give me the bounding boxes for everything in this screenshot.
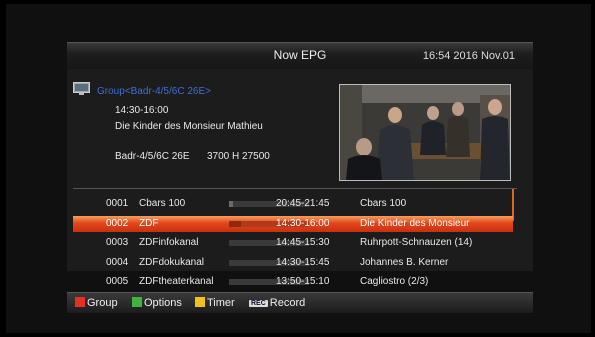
channel-row[interactable]: 0002 ZDF 14:30-16:00 Die Kinder des Monsieu…: [73, 215, 513, 232]
channel-number: 0003: [106, 237, 129, 248]
epg-body: Group<Badr-4/5/6C 26E> 14:30-16:00 Die K…: [67, 69, 533, 287]
tv-monitor-icon: [73, 82, 90, 95]
red-key-button[interactable]: Group: [75, 297, 118, 309]
color-key-bar: Group Options Timer REC Record: [67, 292, 533, 313]
event-title: Die Kinder des Monsieur Mathieu: [115, 121, 263, 132]
green-key-label: Options: [144, 297, 182, 309]
event-time-range: 20:45-21:45: [276, 198, 330, 209]
channel-number: 0005: [106, 276, 129, 287]
yellow-key-button[interactable]: Timer: [195, 297, 235, 309]
channel-row[interactable]: 0001 Cbars 100 20:45-21:45 Cbars 100: [73, 196, 513, 212]
event-time-range: 13:50-15:10: [276, 276, 330, 287]
channel-row[interactable]: 0005 ZDFtheaterkanal 13:50-15:10 Cagliostro…: [73, 274, 513, 290]
channel-row[interactable]: 0003 ZDFinfokanal 14:45-15:30 Ruhrpott-Schn…: [73, 235, 513, 251]
event-time-range: 14:30-15:45: [276, 256, 330, 268]
event-name: Cagliostro (2/3): [360, 276, 429, 287]
event-name: Cbars 100: [360, 198, 407, 209]
divider: [73, 188, 517, 189]
video-frame-image: [340, 85, 510, 180]
green-key-icon: [132, 297, 142, 307]
clock: 16:54 2016 Nov.01: [422, 50, 515, 62]
channel-name: ZDFdokukanal: [139, 256, 205, 268]
event-time-range: 14:30-16:00: [276, 217, 330, 229]
event-time: 14:30-16:00: [115, 105, 169, 116]
yellow-key-icon: [195, 297, 205, 307]
channel-number: 0004: [106, 256, 129, 268]
green-key-button[interactable]: Options: [132, 297, 182, 309]
channel-number: 0002: [106, 217, 129, 229]
rec-key-icon: REC: [249, 300, 268, 307]
red-key-icon: [75, 297, 85, 307]
channel-row[interactable]: 0004 ZDFdokukanal 14:30-15:45 Johannes B. K…: [73, 255, 513, 271]
channel-number: 0001: [106, 198, 129, 209]
channel-name: Cbars 100: [139, 198, 186, 209]
satellite-name: Badr-4/5/6C 26E: [115, 151, 190, 162]
event-name: Johannes B. Kerner: [360, 256, 449, 268]
channel-name: ZDFinfokanal: [139, 237, 199, 248]
event-name: Die Kinder des Monsieur: [360, 217, 470, 229]
yellow-key-label: Timer: [207, 297, 235, 309]
event-time-range: 14:45-15:30: [276, 237, 330, 248]
transponder-info: 3700 H 27500: [207, 151, 270, 162]
group-label[interactable]: Group<Badr-4/5/6C 26E>: [97, 86, 211, 97]
epg-header: Now EPG 16:54 2016 Nov.01: [67, 42, 533, 69]
red-key-label: Group: [87, 297, 118, 309]
channel-name: ZDF: [139, 217, 159, 229]
event-name: Ruhrpott-Schnauzen (14): [360, 237, 473, 248]
record-key-label: Record: [269, 297, 306, 309]
record-key-button[interactable]: REC Record: [249, 297, 305, 309]
video-preview: [339, 84, 511, 181]
channel-name: ZDFtheaterkanal: [139, 276, 214, 287]
